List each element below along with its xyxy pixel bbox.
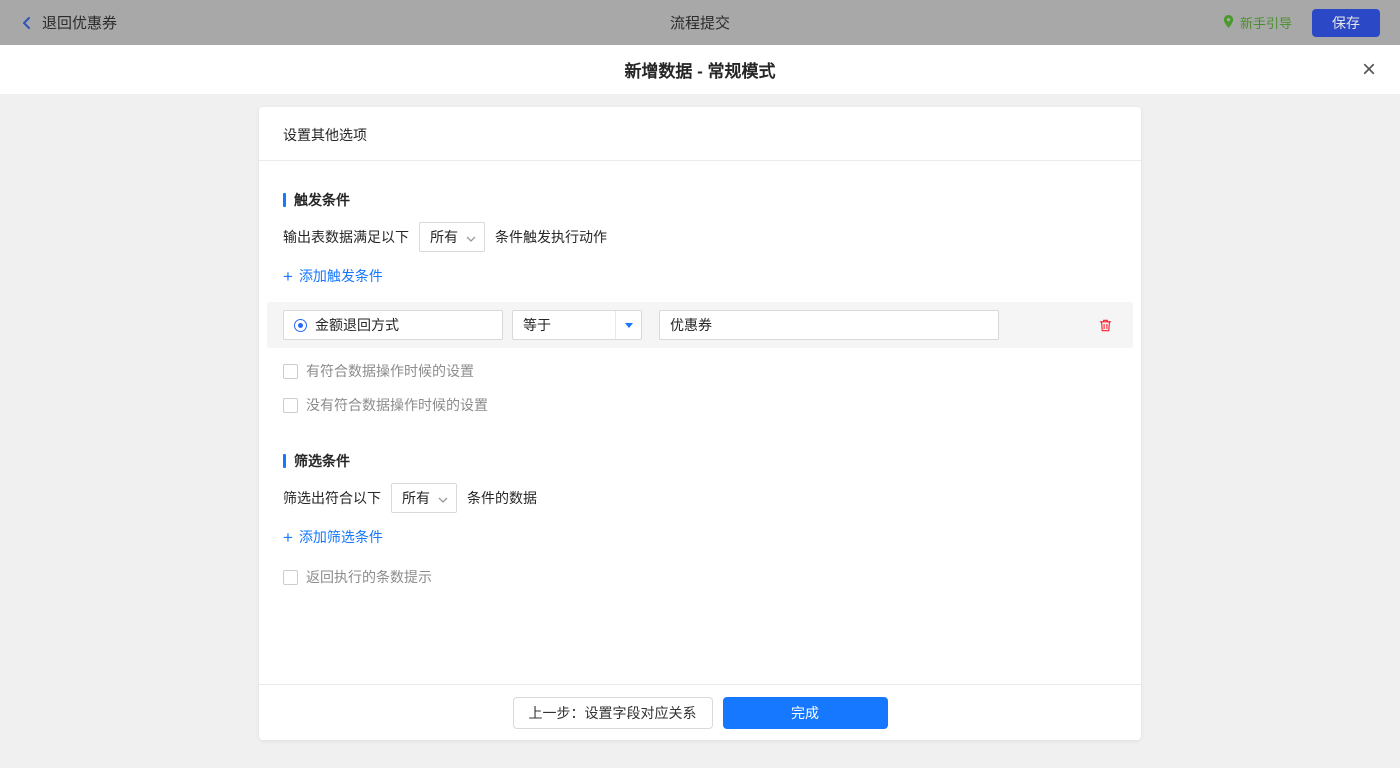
modal-body: 设置其他选项 触发条件 输出表数据满足以下 所有 条件触发执行动作 + 添	[0, 107, 1400, 768]
count-tip-label: 返回执行的条数提示	[306, 567, 432, 587]
no-match-label: 没有符合数据操作时候的设置	[306, 395, 488, 415]
topbar: 退回优惠券 流程提交 新手引导 保存	[0, 0, 1400, 45]
save-button[interactable]: 保存	[1312, 9, 1380, 37]
condition-field-select[interactable]: 金额退回方式	[283, 310, 503, 340]
plus-icon: +	[283, 529, 293, 546]
trigger-section-title: 触发条件	[283, 190, 1117, 210]
card-header-title: 设置其他选项	[259, 107, 1141, 161]
count-tip-checkbox[interactable]	[283, 570, 298, 585]
close-icon[interactable]: ×	[1362, 58, 1376, 82]
done-button[interactable]: 完成	[723, 697, 888, 729]
condition-value-input[interactable]	[659, 310, 999, 340]
add-filter-condition-label: 添加筛选条件	[299, 527, 383, 547]
trigger-match-select[interactable]: 所有	[419, 222, 485, 252]
operator-caret-box[interactable]	[615, 311, 641, 339]
location-pin-icon	[1222, 14, 1235, 32]
filter-prefix-text: 筛选出符合以下	[283, 488, 381, 508]
trigger-match-row: 输出表数据满足以下 所有 条件触发执行动作	[283, 222, 1117, 252]
condition-operator-value: 等于	[513, 315, 615, 335]
beginner-guide-link[interactable]: 新手引导	[1222, 13, 1292, 32]
filter-section-title: 筛选条件	[283, 451, 1117, 471]
has-match-label: 有符合数据操作时候的设置	[306, 361, 474, 381]
modal-title: 新增数据 - 常规模式	[624, 57, 775, 82]
trigger-section-label: 触发条件	[294, 190, 350, 210]
section-accent-bar	[283, 193, 286, 207]
add-trigger-condition-label: 添加触发条件	[299, 266, 383, 286]
has-match-setting-row: 有符合数据操作时候的设置	[283, 361, 1117, 381]
has-match-checkbox[interactable]	[283, 364, 298, 379]
caret-down-icon	[625, 323, 633, 328]
section-accent-bar	[283, 454, 286, 468]
trigger-condition-row: 金额退回方式 等于	[267, 302, 1133, 348]
no-match-setting-row: 没有符合数据操作时候的设置	[283, 395, 1117, 415]
filter-match-select-value: 所有	[402, 488, 430, 508]
add-trigger-condition-link[interactable]: + 添加触发条件	[283, 266, 383, 286]
filter-match-row: 筛选出符合以下 所有 条件的数据	[283, 483, 1117, 513]
guide-label: 新手引导	[1240, 13, 1292, 32]
no-match-checkbox[interactable]	[283, 398, 298, 413]
plus-icon: +	[283, 268, 293, 285]
card-footer: 上一步：设置字段对应关系 完成	[259, 684, 1141, 740]
back-label[interactable]: 退回优惠券	[42, 12, 117, 33]
back-nav[interactable]: 退回优惠券	[20, 12, 117, 33]
options-card: 设置其他选项 触发条件 输出表数据满足以下 所有 条件触发执行动作 + 添	[259, 107, 1141, 740]
trigger-suffix-text: 条件触发执行动作	[495, 227, 607, 247]
filter-suffix-text: 条件的数据	[467, 488, 537, 508]
filter-section-label: 筛选条件	[294, 451, 350, 471]
page-title: 流程提交	[670, 12, 730, 33]
topbar-actions: 新手引导 保存	[1222, 9, 1380, 37]
radio-field-icon	[294, 319, 307, 332]
prev-step-button[interactable]: 上一步：设置字段对应关系	[513, 697, 713, 729]
add-filter-condition-link[interactable]: + 添加筛选条件	[283, 527, 383, 547]
card-content: 触发条件 输出表数据满足以下 所有 条件触发执行动作 + 添加触发条件	[259, 161, 1141, 684]
count-tip-row: 返回执行的条数提示	[283, 567, 1117, 587]
chevron-left-icon[interactable]	[20, 16, 34, 30]
condition-field-value: 金额退回方式	[315, 315, 399, 335]
trigger-prefix-text: 输出表数据满足以下	[283, 227, 409, 247]
chevron-down-icon	[466, 229, 476, 245]
condition-operator-select[interactable]: 等于	[512, 310, 642, 340]
trigger-match-select-value: 所有	[430, 227, 458, 247]
chevron-down-icon	[438, 490, 448, 506]
modal-header: 新增数据 - 常规模式 ×	[0, 45, 1400, 94]
delete-condition-icon[interactable]	[1098, 318, 1113, 333]
filter-match-select[interactable]: 所有	[391, 483, 457, 513]
